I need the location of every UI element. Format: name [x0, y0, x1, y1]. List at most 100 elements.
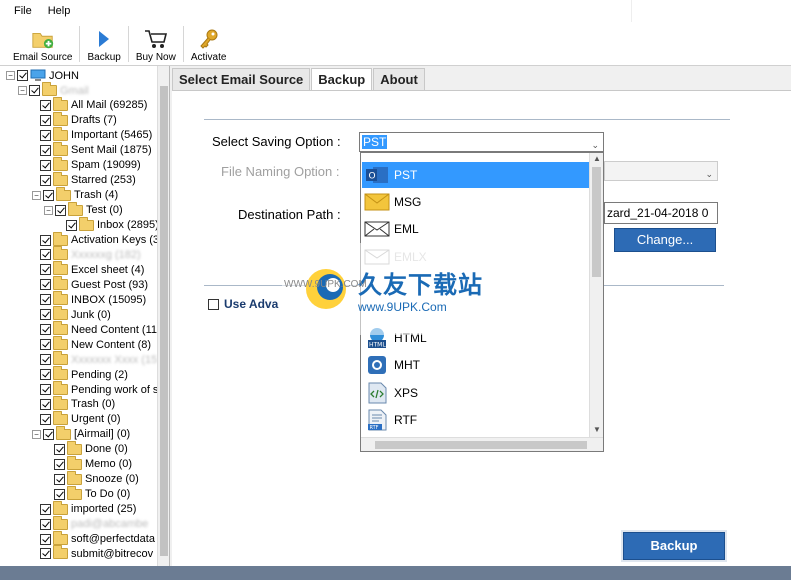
tree-item[interactable]: To Do (0)	[54, 485, 130, 502]
tree-checkbox[interactable]	[40, 503, 51, 515]
buy-now-button[interactable]: Buy Now	[131, 23, 181, 65]
scroll-thumb[interactable]	[160, 86, 168, 556]
tree-checkbox[interactable]	[40, 129, 51, 141]
tree-item[interactable]: Urgent (0)	[40, 410, 121, 427]
tree-item[interactable]: New Content (8)	[40, 336, 151, 352]
tree-checkbox[interactable]	[40, 279, 51, 291]
tree-checkbox[interactable]	[43, 189, 54, 201]
tree-item[interactable]: − Trash (4)	[32, 186, 118, 203]
backup-button[interactable]: Backup	[623, 532, 725, 560]
tree-item[interactable]: Drafts (7)	[40, 111, 117, 128]
menu-help[interactable]: Help	[40, 5, 79, 17]
collapse-icon[interactable]: −	[32, 429, 41, 439]
tree-checkbox[interactable]	[40, 249, 51, 261]
tree-item[interactable]: Guest Post (93)	[40, 276, 148, 292]
tree-checkbox[interactable]	[40, 309, 51, 321]
dropdown-option[interactable]: EML	[362, 216, 590, 242]
tree-checkbox[interactable]	[40, 384, 51, 395]
tree-checkbox[interactable]	[66, 219, 77, 231]
tree-item[interactable]: Activation Keys (3	[40, 231, 159, 248]
naming-option-select[interactable]: ⌄	[604, 161, 718, 181]
tree-checkbox[interactable]	[40, 144, 51, 156]
tree-item[interactable]: Pending work of s	[40, 381, 158, 397]
tree-item[interactable]: − Gmail	[18, 82, 89, 98]
tab-backup[interactable]: Backup	[311, 68, 373, 91]
tree-checkbox[interactable]	[40, 324, 51, 336]
tree-item[interactable]: Trash (0)	[40, 395, 115, 412]
tree-item[interactable]: Xxxxxxg (182)	[40, 246, 141, 262]
dropdown-option[interactable]: RTF RTF	[362, 407, 590, 433]
email-source-button[interactable]: Email Source	[8, 23, 77, 65]
menu-file[interactable]: File	[6, 5, 40, 17]
tree-item[interactable]: Pending (2)	[40, 366, 128, 382]
tree-item[interactable]: Starred (253)	[40, 171, 136, 188]
checkbox-box[interactable]	[208, 298, 219, 310]
tree-checkbox[interactable]	[40, 354, 51, 366]
tree-checkbox[interactable]	[40, 234, 51, 246]
change-button[interactable]: Change...	[614, 228, 716, 252]
collapse-icon[interactable]: −	[44, 205, 53, 215]
tab-select-email-source[interactable]: Select Email Source	[172, 68, 311, 90]
tree-item[interactable]: Important (5465)	[40, 126, 152, 143]
tab-about[interactable]: About	[373, 68, 425, 90]
tree-item[interactable]: INBOX (15095)	[40, 291, 146, 307]
tree-checkbox[interactable]	[40, 339, 51, 351]
tree-item[interactable]: imported (25)	[40, 500, 136, 517]
tree-item[interactable]: − Test (0)	[44, 201, 123, 218]
dropdown-option[interactable]: XPS	[362, 380, 590, 406]
dropdown-horizontal-scrollbar[interactable]	[361, 437, 603, 451]
collapse-icon[interactable]: −	[18, 86, 27, 95]
tree-item[interactable]: Memo (0)	[54, 455, 132, 472]
tree-root[interactable]: − JOHN	[6, 68, 79, 83]
tree-item[interactable]: Sent Mail (1875)	[40, 141, 152, 158]
tree-item[interactable]: Done (0)	[54, 440, 128, 457]
tree-checkbox[interactable]	[40, 294, 51, 306]
tree-checkbox[interactable]	[40, 548, 51, 560]
tree-checkbox[interactable]	[40, 99, 51, 111]
tree-checkbox[interactable]	[40, 533, 51, 545]
tree-checkbox[interactable]	[40, 114, 51, 126]
dropdown-vertical-scrollbar[interactable]: ▲ ▼	[589, 153, 603, 438]
tree-checkbox[interactable]	[29, 85, 40, 96]
tree-checkbox[interactable]	[40, 159, 51, 171]
tree-item[interactable]: Excel sheet (4)	[40, 261, 144, 277]
tree-item[interactable]: soft@perfectdata	[40, 530, 155, 547]
saving-option-select[interactable]: PST ⌄	[359, 132, 604, 152]
scroll-thumb[interactable]	[592, 167, 601, 277]
tree-item[interactable]: Xxxxxxx Xxxx (15	[40, 351, 157, 367]
tree-item[interactable]: − [Airmail] (0)	[32, 425, 130, 442]
scroll-thumb[interactable]	[375, 441, 587, 449]
tree-checkbox[interactable]	[40, 518, 51, 530]
dropdown-option[interactable]: MSG	[362, 189, 590, 215]
chevron-down-icon[interactable]: ▼	[593, 425, 601, 434]
tree-item[interactable]: padi@abcambe	[40, 515, 148, 532]
tree-checkbox[interactable]	[54, 458, 65, 470]
tree-item[interactable]: Snooze (0)	[54, 470, 139, 487]
use-advance-checkbox[interactable]: Use Adva	[208, 297, 278, 311]
tree-item[interactable]: All Mail (69285)	[40, 96, 147, 113]
tree-item[interactable]: submit@bitrecov	[40, 545, 153, 561]
tree-item[interactable]: Inbox (2895)	[66, 216, 159, 233]
tree-checkbox[interactable]	[54, 488, 65, 500]
tree-vertical-scrollbar[interactable]	[157, 66, 169, 566]
tree-item[interactable]: Junk (0)	[40, 306, 111, 322]
tree-checkbox[interactable]	[55, 204, 66, 216]
tree-checkbox[interactable]	[54, 443, 65, 455]
collapse-icon[interactable]: −	[6, 71, 15, 80]
dropdown-option[interactable]: MHT	[362, 352, 590, 378]
tree-checkbox[interactable]	[43, 428, 54, 440]
activate-button[interactable]: Activate	[186, 23, 232, 65]
tree-checkbox[interactable]	[17, 70, 28, 81]
backup-tool-button[interactable]: Backup	[82, 23, 125, 65]
tree-checkbox[interactable]	[40, 413, 51, 425]
tree-checkbox[interactable]	[54, 473, 65, 485]
tree-checkbox[interactable]	[40, 264, 51, 276]
tree-checkbox[interactable]	[40, 398, 51, 410]
tree-checkbox[interactable]	[40, 369, 51, 381]
chevron-up-icon[interactable]: ▲	[593, 154, 601, 163]
collapse-icon[interactable]: −	[32, 190, 41, 200]
dropdown-option[interactable]: O PST	[362, 162, 590, 188]
tree-item[interactable]: Spam (19099)	[40, 156, 141, 173]
destination-path-input[interactable]: zard_21-04-2018 0	[604, 202, 718, 224]
tree-item[interactable]: Need Content (11	[40, 321, 157, 337]
